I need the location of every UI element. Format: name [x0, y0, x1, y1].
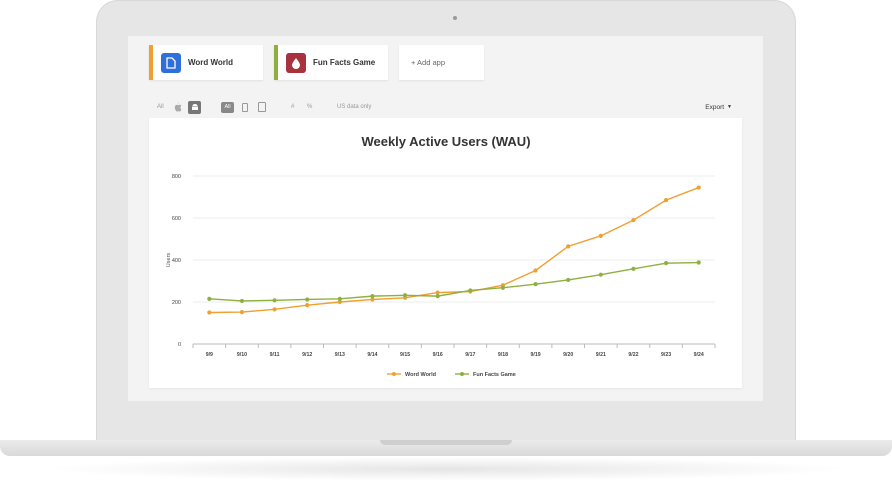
absolute-values-toggle[interactable]: #: [291, 99, 294, 115]
y-tick-label: 600: [172, 216, 181, 222]
x-tick-label: 9/16: [433, 352, 443, 358]
y-tick-label: 0: [178, 342, 181, 348]
data-point: [337, 296, 342, 301]
platform-all-toggle[interactable]: All: [157, 99, 164, 115]
data-point: [435, 290, 440, 295]
x-tick-label: 9/18: [498, 352, 508, 358]
data-point: [207, 296, 212, 301]
laptop-shadow: [40, 457, 852, 481]
x-tick-label: 9/12: [302, 352, 312, 358]
app-name: Word World: [188, 58, 234, 67]
data-point: [663, 198, 669, 203]
device-all-label: All: [221, 101, 234, 113]
caret-down-icon: ▼: [727, 104, 732, 110]
data-point: [500, 285, 506, 290]
laptop-notch: [380, 440, 512, 445]
data-point: [598, 233, 603, 238]
data-point: [207, 310, 212, 315]
wau-chart: Weekly Active Users (WAU)Users0200400600…: [166, 134, 716, 378]
data-point: [696, 260, 701, 265]
data-point: [598, 272, 603, 277]
us-data-only-toggle[interactable]: US data only: [337, 99, 371, 115]
data-point: [533, 268, 538, 273]
data-point: [696, 185, 701, 190]
data-point: [663, 261, 669, 266]
device-all-toggle[interactable]: All: [221, 99, 234, 115]
x-tick-label: 9/21: [596, 352, 606, 358]
x-tick-label: 9/23: [661, 352, 671, 358]
x-tick-label: 9/24: [694, 352, 704, 358]
app-name: Fun Facts Game: [313, 58, 376, 67]
x-tick-label: 9/22: [628, 352, 638, 358]
chart-panel: Weekly Active Users (WAU) Users 0 200 400 600…: [149, 118, 742, 388]
document-icon: [161, 52, 181, 73]
data-point: [566, 277, 571, 283]
legend-swatch-marker: [392, 372, 396, 376]
data-point: [566, 244, 571, 249]
x-tick-label: 9/20: [563, 352, 573, 358]
app-accent-bar: [274, 45, 278, 80]
tablet-icon[interactable]: [258, 99, 266, 115]
chart-toolbar: All All # % US data only Export ▼: [149, 99, 742, 115]
add-app-button[interactable]: + Add app: [399, 45, 484, 80]
percent-toggle[interactable]: %: [307, 99, 312, 115]
app-accent-bar: [149, 45, 153, 80]
x-tick-label: 9/9: [206, 352, 213, 358]
data-point: [239, 298, 245, 304]
phone-icon[interactable]: [242, 99, 248, 115]
app-card-fun-facts-game[interactable]: Fun Facts Game: [274, 45, 388, 80]
android-icon[interactable]: [188, 99, 201, 115]
data-point: [370, 294, 375, 299]
data-point: [468, 288, 473, 293]
data-point: [533, 282, 538, 287]
x-tick-label: 9/11: [270, 352, 280, 358]
export-label: Export: [705, 103, 725, 111]
y-tick-label: 400: [172, 258, 181, 264]
series-line-2: [209, 261, 699, 302]
x-tick-label: 9/17: [465, 352, 475, 358]
app-card-word-world[interactable]: Word World: [149, 45, 263, 80]
x-tick-label: 9/13: [335, 352, 345, 358]
data-point: [305, 303, 310, 308]
chart-title: Weekly Active Users (WAU): [361, 134, 530, 149]
data-point: [305, 297, 310, 302]
drop-icon: [286, 52, 306, 73]
export-dropdown[interactable]: Export ▼: [705, 99, 732, 115]
apple-icon[interactable]: [173, 99, 182, 115]
camera-dot: [453, 16, 457, 20]
data-point: [239, 309, 245, 315]
x-tick-label: 9/19: [531, 352, 541, 358]
y-tick-label: 800: [172, 174, 181, 180]
data-point: [631, 266, 636, 271]
y-tick-label: 200: [172, 300, 181, 306]
data-point: [435, 294, 440, 299]
legend-label: Word World: [405, 372, 436, 378]
x-tick-label: 9/15: [400, 352, 410, 358]
legend-label: Fun Facts Game: [473, 372, 516, 378]
data-point: [272, 307, 277, 312]
legend-swatch-marker: [460, 372, 464, 376]
data-point: [631, 218, 636, 223]
x-tick-label: 9/10: [237, 352, 247, 358]
data-point: [402, 293, 408, 298]
x-tick-label: 9/14: [367, 352, 377, 358]
data-point: [272, 298, 277, 303]
